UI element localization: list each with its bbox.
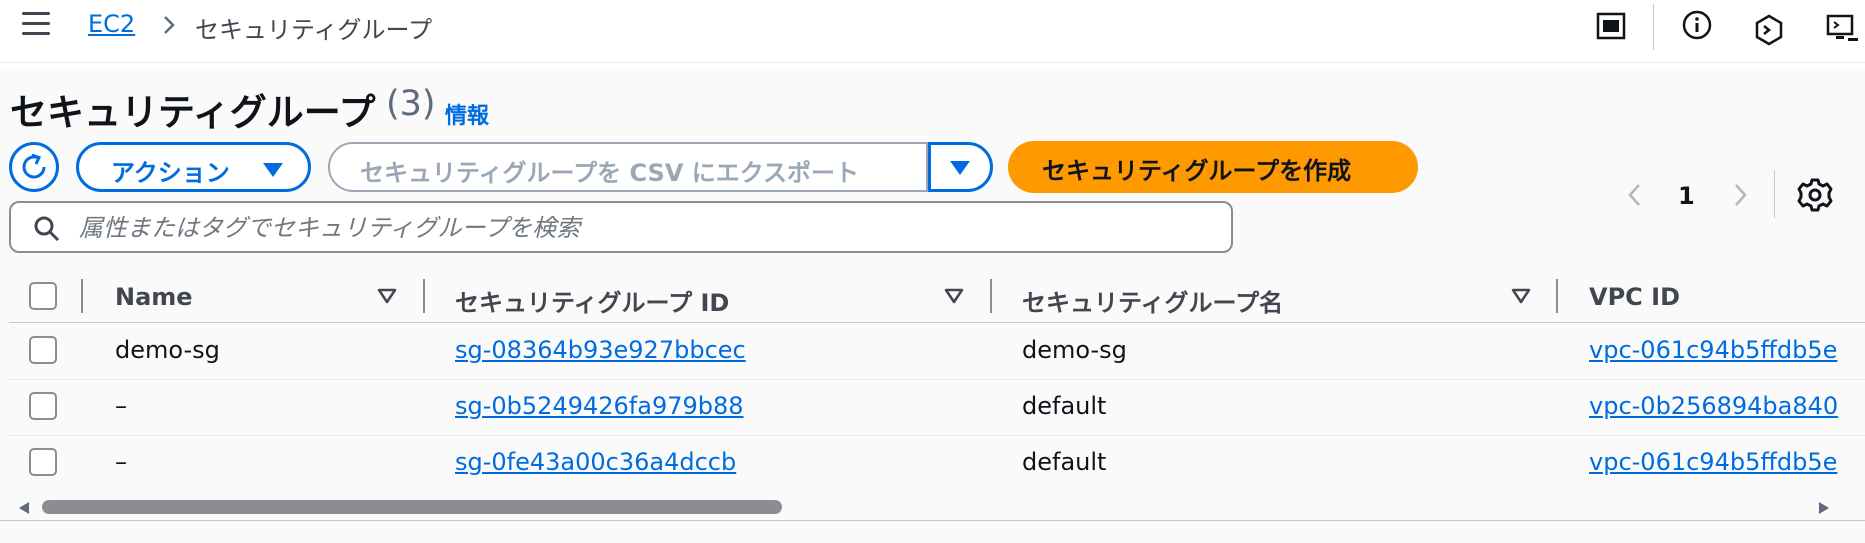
column-divider[interactable] xyxy=(990,279,992,313)
page-number[interactable]: 1 xyxy=(1678,182,1695,210)
search-icon xyxy=(34,216,60,242)
cell-name: – xyxy=(115,448,127,476)
cell-sg-id-link[interactable]: sg-0fe43a00c36a4dccb xyxy=(455,448,736,476)
export-label: セキュリティグループを CSV にエクスポート xyxy=(360,159,860,187)
gear-icon[interactable] xyxy=(1796,176,1834,214)
cell-sg-name: demo-sg xyxy=(1022,336,1127,364)
column-header-name[interactable]: Name xyxy=(115,283,193,311)
item-count: (3) xyxy=(386,84,436,124)
cell-vpc-id-link[interactable]: vpc-061c94b5ffdb5e xyxy=(1589,448,1837,476)
caret-down-icon xyxy=(950,161,970,175)
column-divider[interactable] xyxy=(423,279,425,313)
caret-down-icon xyxy=(263,163,283,177)
refresh-icon xyxy=(22,153,46,179)
create-security-group-button[interactable]: セキュリティグループを作成 xyxy=(1008,141,1418,193)
column-header-sg-name[interactable]: セキュリティグループ名 xyxy=(1022,283,1283,318)
export-dropdown-button[interactable] xyxy=(928,142,993,192)
info-link[interactable]: 情報 xyxy=(445,98,489,130)
cell-sg-id-link[interactable]: sg-0b5249426fa979b88 xyxy=(455,392,744,420)
column-divider[interactable] xyxy=(1556,279,1558,313)
export-csv-button[interactable]: セキュリティグループを CSV にエクスポート xyxy=(328,142,928,192)
refresh-button[interactable] xyxy=(9,142,59,192)
breadcrumb-current: セキュリティグループ xyxy=(195,16,433,44)
bottom-divider xyxy=(0,520,1865,521)
row-checkbox[interactable] xyxy=(29,336,57,364)
cell-name: demo-sg xyxy=(115,336,220,364)
main-content: セキュリティグループ (3) 情報 アクション セキュリティグループを CSV … xyxy=(0,68,1865,543)
cloudshell-icon[interactable] xyxy=(1752,14,1786,48)
search-bar xyxy=(9,201,1233,253)
select-all-checkbox[interactable] xyxy=(29,282,57,310)
search-input[interactable] xyxy=(77,211,1221,245)
page-title: セキュリティグループ xyxy=(10,91,376,134)
table-row[interactable]: demo-sg sg-08364b93e927bbcec demo-sg vpc… xyxy=(9,323,1865,380)
breadcrumb-ec2-link[interactable]: EC2 xyxy=(88,10,135,38)
sort-icon[interactable] xyxy=(377,288,397,304)
column-header-sg-id[interactable]: セキュリティグループ ID xyxy=(455,283,729,318)
cell-sg-name: default xyxy=(1022,392,1107,420)
actions-label: アクション xyxy=(111,159,230,187)
cell-sg-name: default xyxy=(1022,448,1107,476)
cell-vpc-id-link[interactable]: vpc-0b256894ba840 xyxy=(1589,392,1838,420)
horizontal-scrollbar[interactable] xyxy=(0,497,1865,517)
scroll-right-icon[interactable] xyxy=(1818,502,1830,514)
info-icon[interactable] xyxy=(1680,10,1714,44)
pagination-divider xyxy=(1774,170,1775,218)
chevron-right-icon[interactable] xyxy=(1725,180,1755,210)
sort-icon[interactable] xyxy=(944,288,964,304)
cell-sg-id-link[interactable]: sg-08364b93e927bbcec xyxy=(455,336,746,364)
scrollbar-thumb[interactable] xyxy=(42,500,782,514)
toolbar-divider xyxy=(1653,4,1654,50)
cell-vpc-id-link[interactable]: vpc-061c94b5ffdb5e xyxy=(1589,336,1837,364)
top-navigation: EC2 セキュリティグループ xyxy=(0,0,1865,63)
panel-icon[interactable] xyxy=(1594,10,1628,44)
chevron-right-icon xyxy=(164,16,175,34)
create-label: セキュリティグループを作成 xyxy=(1042,157,1352,185)
row-checkbox[interactable] xyxy=(29,392,57,420)
row-checkbox[interactable] xyxy=(29,448,57,476)
cell-name: – xyxy=(115,392,127,420)
table-row[interactable]: – sg-0b5249426fa979b88 default vpc-0b256… xyxy=(9,379,1865,436)
column-divider xyxy=(81,279,83,313)
chevron-left-icon[interactable] xyxy=(1620,180,1650,210)
sort-icon[interactable] xyxy=(1511,288,1531,304)
table-row[interactable]: – sg-0fe43a00c36a4dccb default vpc-061c9… xyxy=(9,435,1865,491)
table-header: Name セキュリティグループ ID セキュリティグループ名 VPC ID xyxy=(9,271,1865,323)
actions-dropdown-button[interactable]: アクション xyxy=(76,142,311,192)
remote-access-icon[interactable] xyxy=(1826,12,1860,46)
menu-icon[interactable] xyxy=(22,12,50,36)
scroll-left-icon[interactable] xyxy=(18,502,30,514)
column-header-vpc-id[interactable]: VPC ID xyxy=(1589,283,1680,311)
